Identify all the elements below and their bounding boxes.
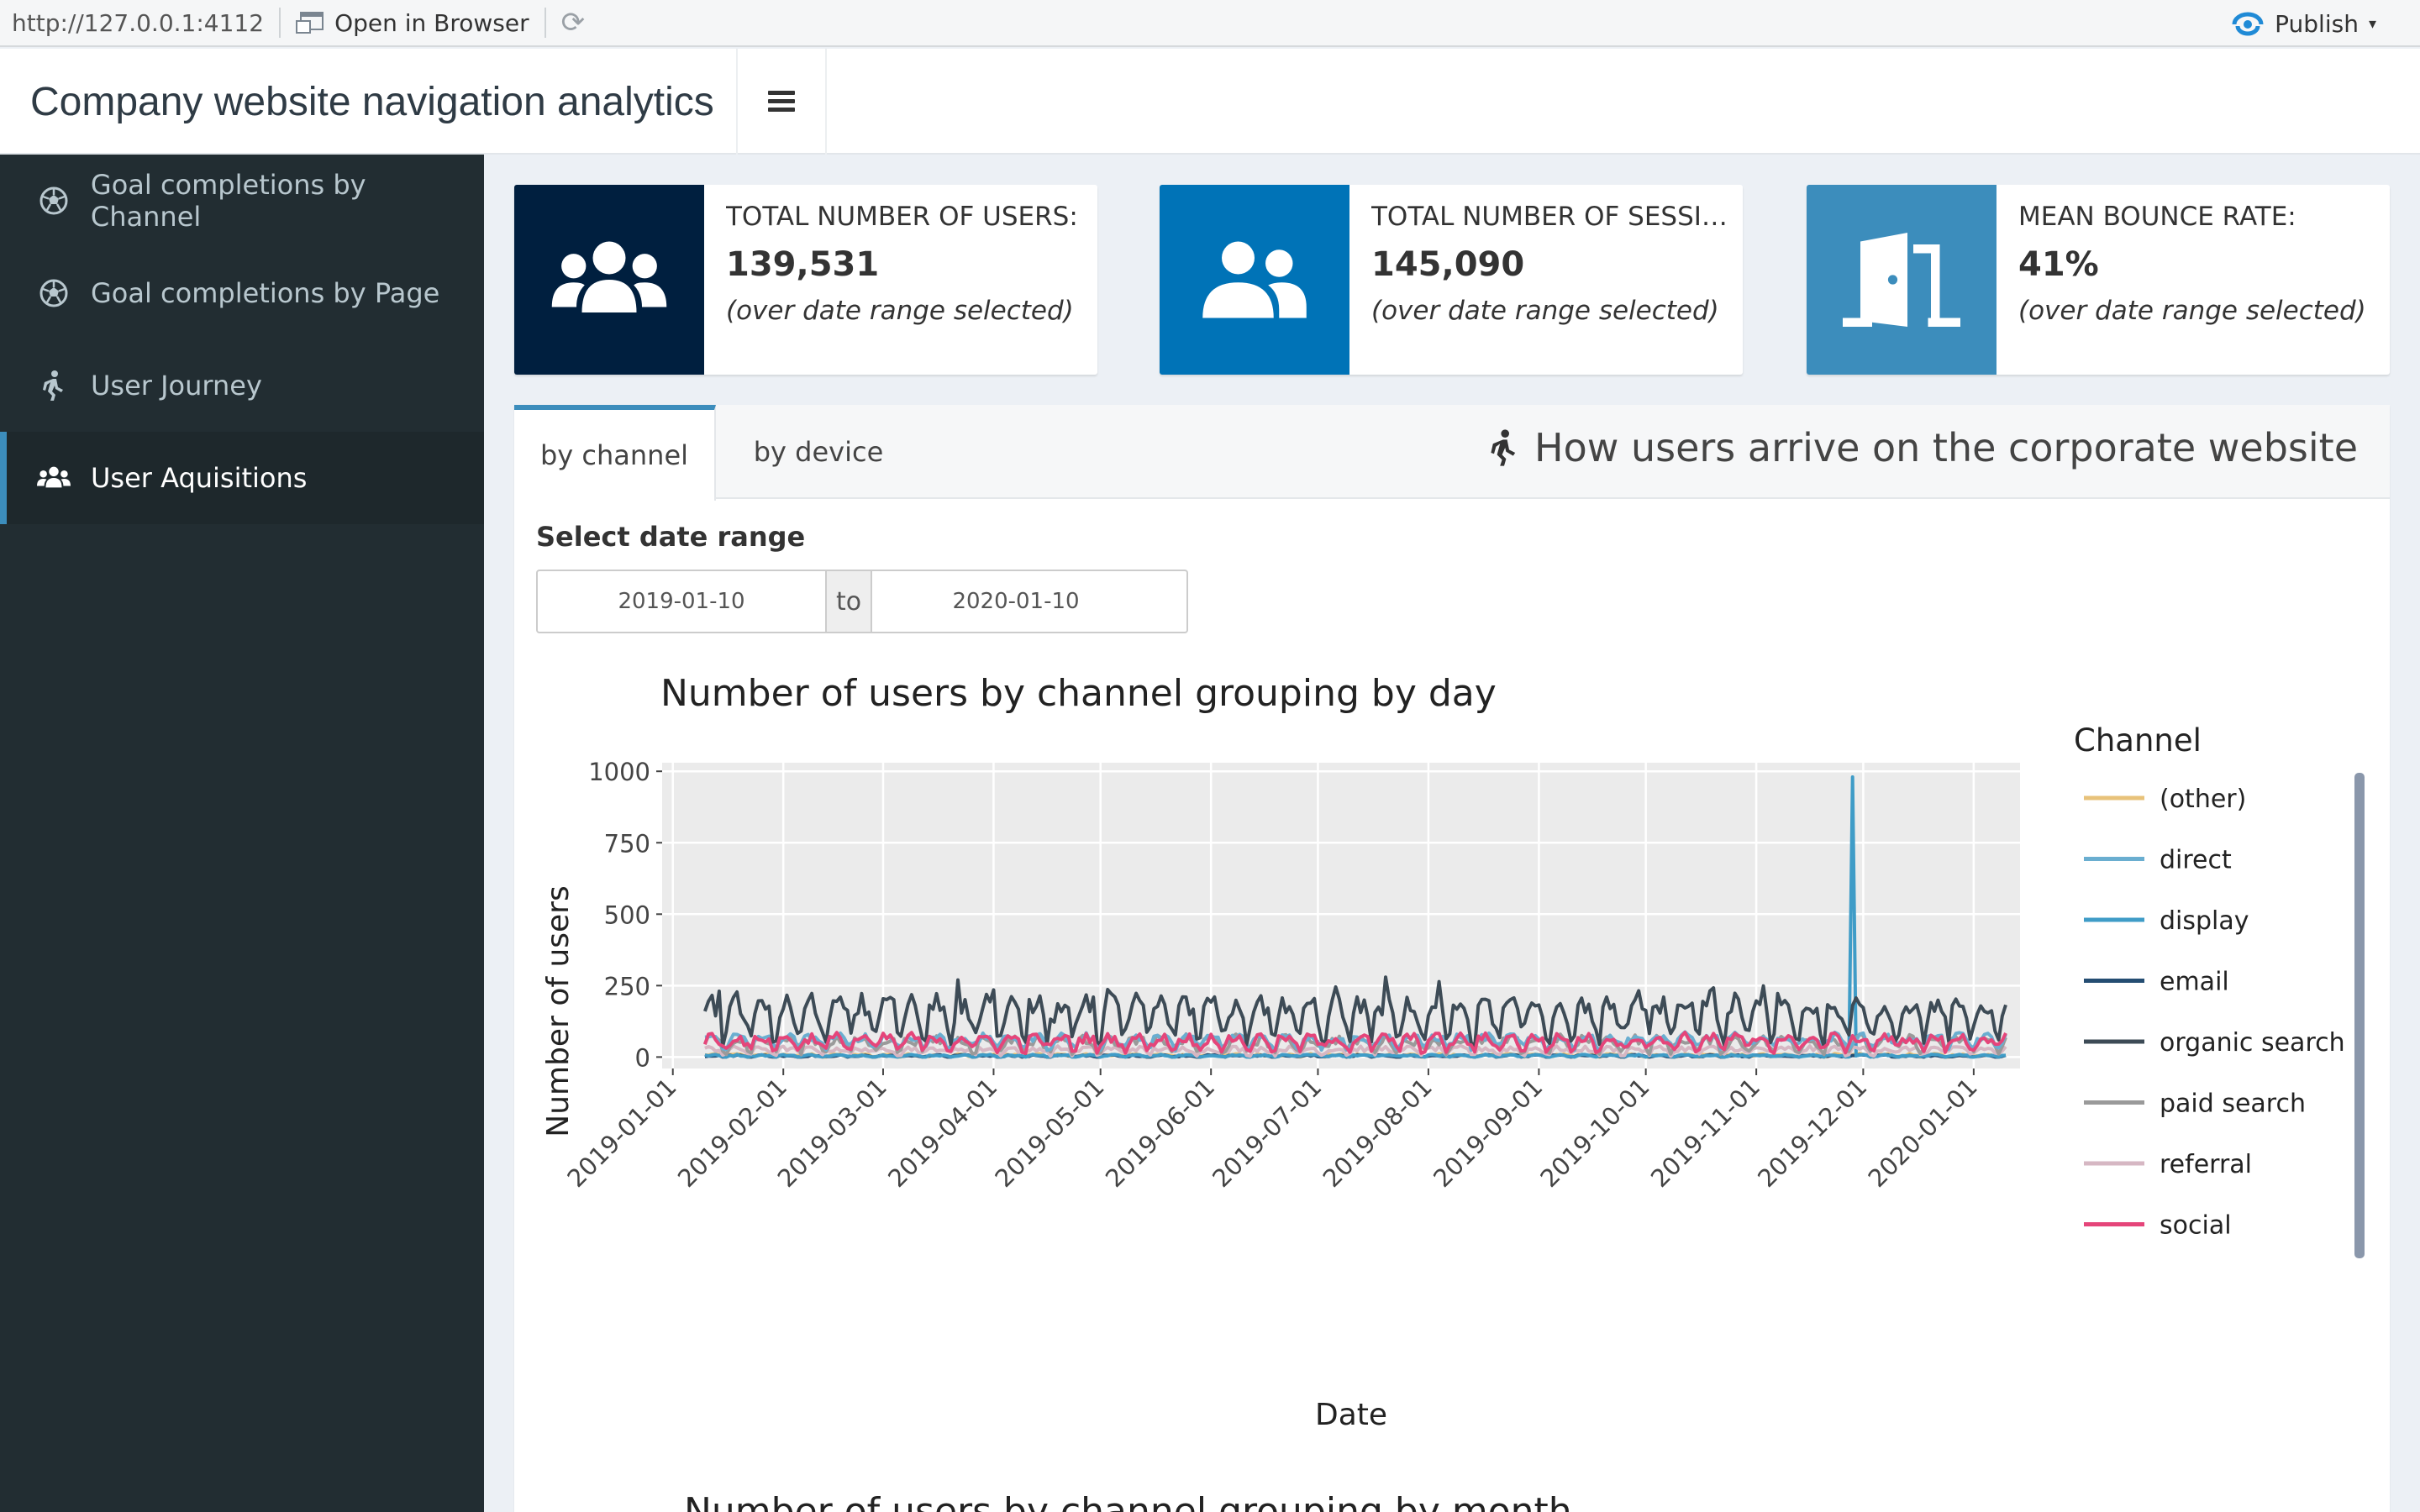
infobox-total-sessions: TOTAL NUMBER OF SESSIO... 145,090 (over … [1160, 185, 1743, 375]
y-tick-label: 250 [604, 972, 650, 1000]
date-end-input[interactable]: 2020-01-10 [872, 571, 1160, 632]
infobox-subtitle: (over date range selected) [726, 296, 1074, 326]
y-tick-label: 1000 [588, 758, 650, 786]
toolbar-divider [544, 8, 546, 38]
tab-by-channel[interactable]: by channel [514, 405, 716, 501]
legend-label[interactable]: paid search [2160, 1089, 2306, 1119]
user-friends-icon [1160, 185, 1349, 375]
legend-label[interactable]: organic search [2160, 1028, 2345, 1058]
x-axis-label: Date [1315, 1398, 1387, 1432]
soccer-ball-icon [37, 276, 71, 310]
hamburger-icon [768, 91, 795, 113]
y-axis-label: Number of users [541, 885, 576, 1137]
publish-icon [2232, 12, 2264, 36]
infobox-label: TOTAL NUMBER OF USERS: [726, 202, 1078, 232]
infobox-value: 41% [2018, 245, 2099, 284]
date-range-separator: to [825, 571, 872, 632]
sidebar-item-label: User Journey [91, 370, 262, 402]
legend-label[interactable]: referral [2160, 1150, 2252, 1179]
infobox-label: MEAN BOUNCE RATE: [2018, 202, 2296, 232]
legend-label[interactable]: social [2160, 1211, 2232, 1241]
x-tick-label: 2019-01-01 [561, 1073, 681, 1193]
date-start-input[interactable]: 2019-01-10 [538, 571, 825, 632]
x-tick-label: 2019-11-01 [1645, 1073, 1765, 1193]
walking-icon [37, 369, 71, 402]
legend-label[interactable]: display [2160, 906, 2249, 936]
x-tick-label: 2020-01-01 [1863, 1073, 1983, 1193]
viewer-toolbar: http://127.0.0.1:4112 Open in Browser ⟳ … [0, 0, 2420, 47]
legend-label[interactable]: email [2160, 968, 2229, 997]
infobox-bounce-rate: MEAN BOUNCE RATE: 41% (over date range s… [1807, 185, 2390, 375]
sidebar-item-label: User Aquisitions [91, 462, 308, 494]
x-tick-label: 2019-12-01 [1752, 1073, 1872, 1193]
x-tick-label: 2019-05-01 [989, 1073, 1109, 1193]
open-in-browser-label: Open in Browser [334, 8, 529, 37]
toolbar-divider [279, 8, 281, 38]
infobox-label: TOTAL NUMBER OF SESSIO... [1371, 202, 1729, 232]
infobox-subtitle: (over date range selected) [2018, 296, 2366, 326]
x-tick-label: 2019-10-01 [1534, 1073, 1655, 1193]
infobox-value: 139,531 [726, 245, 880, 284]
sidebar-item-goal-completions-page[interactable]: Goal completions by Page [0, 247, 484, 339]
y-tick-label: 750 [604, 829, 650, 858]
y-tick-label: 500 [604, 900, 650, 929]
x-tick-label: 2019-04-01 [882, 1073, 1002, 1193]
publish-label: Publish [2275, 9, 2359, 38]
walking-icon [1491, 429, 1516, 466]
legend-label[interactable]: (other) [2160, 785, 2246, 814]
viewer-url: http://127.0.0.1:4112 [12, 8, 265, 37]
x-tick-label: 2019-09-01 [1428, 1073, 1548, 1193]
users-icon [514, 185, 704, 375]
sidebar-item-goal-completions-channel[interactable]: Goal completions by Channel [0, 155, 484, 247]
tab-by-device[interactable]: by device [716, 405, 921, 499]
date-range-label: Select date range [536, 521, 806, 553]
open-in-browser-button[interactable]: Open in Browser [296, 9, 529, 37]
main-header: Company website navigation analytics [0, 49, 2420, 155]
next-chart-title: Number of users by channel grouping by m… [684, 1490, 1572, 1512]
sidebar-item-user-journey[interactable]: User Journey [0, 339, 484, 432]
tab-panel-title-text: How users arrive on the corporate websit… [1534, 425, 2358, 470]
sidebar: Goal completions by Channel Goal complet… [0, 155, 484, 1512]
soccer-ball-icon [37, 184, 71, 218]
plot-area [662, 763, 2020, 1068]
tab-panel-title: How users arrive on the corporate websit… [1489, 425, 2358, 470]
legend-scrollbar[interactable] [2354, 773, 2365, 1258]
sidebar-item-user-aquisitions[interactable]: User Aquisitions [0, 432, 484, 524]
date-range-input: 2019-01-10 to 2020-01-10 [536, 570, 1188, 633]
door-open-icon [1807, 185, 1996, 375]
sidebar-item-label: Goal completions by Page [91, 277, 440, 309]
infobox-total-users: TOTAL NUMBER OF USERS: 139,531 (over dat… [514, 185, 1097, 375]
infobox-value: 145,090 [1371, 245, 1525, 284]
sidebar-toggle-button[interactable] [736, 49, 827, 155]
chevron-down-icon[interactable]: ▾ [2369, 15, 2376, 33]
refresh-icon[interactable]: ⟳ [561, 6, 586, 39]
x-tick-label: 2019-08-01 [1318, 1073, 1438, 1193]
users-icon [37, 461, 71, 495]
sidebar-item-label: Goal completions by Channel [90, 169, 366, 233]
legend-label[interactable]: direct [2160, 846, 2232, 875]
users-by-channel-chart: Number of users by channel grouping by d… [541, 672, 2365, 1512]
publish-button[interactable]: Publish ▾ [2231, 0, 2376, 47]
tab-header: by channel by device How users arrive on… [514, 405, 2390, 501]
infobox-subtitle: (over date range selected) [1371, 296, 1719, 326]
x-tick-label: 2019-06-01 [1100, 1073, 1220, 1193]
chart-title: Number of users by channel grouping by d… [660, 672, 1497, 715]
app-title: Company website navigation analytics [30, 79, 714, 124]
x-tick-label: 2019-07-01 [1207, 1073, 1327, 1193]
legend-title: Channel [2074, 722, 2202, 759]
y-tick-label: 0 [635, 1043, 650, 1072]
open-window-icon [296, 12, 324, 34]
legend: (other) direct display email organic search p… [2084, 785, 2345, 1241]
